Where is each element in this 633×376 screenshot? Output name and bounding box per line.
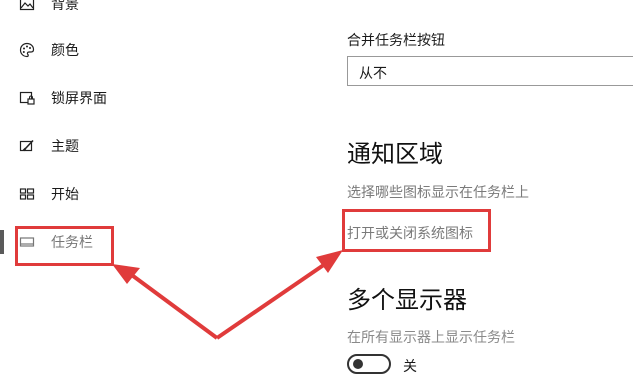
theme-brush-icon bbox=[19, 138, 35, 154]
show-on-all-displays-toggle[interactable] bbox=[347, 354, 391, 374]
lock-screen-icon bbox=[19, 90, 35, 106]
sidebar-item-label: 背景 bbox=[51, 0, 79, 13]
multiple-displays-heading: 多个显示器 bbox=[347, 286, 467, 314]
taskbar-settings-panel: 合并任务栏按钮 从不 通知区域 选择哪些图标显示在任务栏上 打开或关闭系统图标 … bbox=[347, 0, 633, 375]
taskbar-highlight-box bbox=[15, 226, 114, 266]
combine-buttons-label: 合并任务栏按钮 bbox=[347, 33, 445, 49]
sidebar-item-themes[interactable]: 主题 bbox=[0, 126, 150, 166]
sidebar-item-label: 锁屏界面 bbox=[51, 91, 107, 107]
sidebar-item-start[interactable]: 开始 bbox=[0, 174, 150, 214]
palette-icon bbox=[19, 42, 35, 58]
show-on-all-displays-label: 在所有显示器上显示任务栏 bbox=[347, 330, 515, 346]
sidebar-item-background[interactable]: 背景 bbox=[0, 0, 150, 24]
notification-area-heading: 通知区域 bbox=[347, 140, 443, 168]
toggle-state-label: 关 bbox=[403, 359, 417, 375]
start-menu-icon bbox=[19, 186, 35, 202]
image-icon bbox=[19, 0, 35, 12]
toggle-knob bbox=[353, 359, 363, 369]
sidebar-item-colors[interactable]: 颜色 bbox=[0, 30, 150, 70]
sidebar-item-label: 颜色 bbox=[51, 43, 79, 59]
sidebar-item-label: 开始 bbox=[51, 187, 79, 203]
combine-buttons-dropdown[interactable]: 从不 bbox=[347, 56, 633, 86]
select-taskbar-icons-link[interactable]: 选择哪些图标显示在任务栏上 bbox=[347, 182, 529, 202]
settings-sidebar: 背景 颜色 锁屏界面 主题 开始 任务栏 bbox=[0, 0, 330, 364]
sidebar-item-lock-screen[interactable]: 锁屏界面 bbox=[0, 78, 150, 118]
combine-buttons-value: 从不 bbox=[359, 66, 387, 82]
sidebar-item-label: 主题 bbox=[51, 139, 79, 155]
system-icons-highlight-box bbox=[342, 209, 491, 252]
